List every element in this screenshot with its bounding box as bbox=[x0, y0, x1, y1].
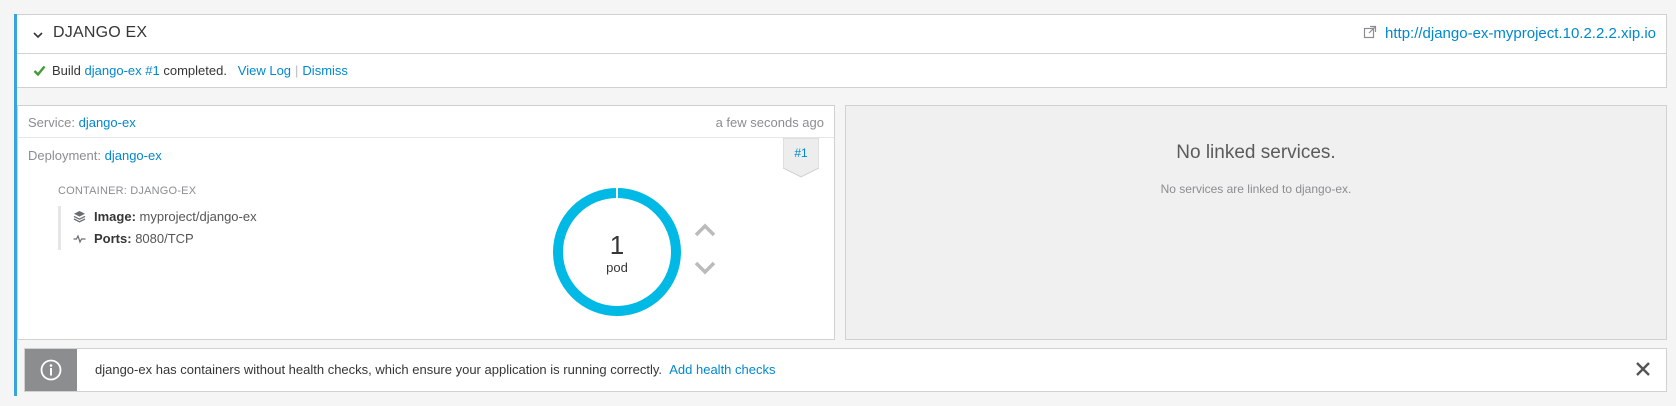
badge-text: #1 bbox=[794, 146, 808, 160]
dismiss-link[interactable]: Dismiss bbox=[302, 63, 348, 78]
health-check-alert: django-ex has containers without health … bbox=[24, 348, 1667, 392]
application-card: DJANGO EX http://django-ex-myproject.10.… bbox=[14, 14, 1667, 396]
app-header: DJANGO EX http://django-ex-myproject.10.… bbox=[17, 14, 1667, 54]
chevron-up-icon[interactable] bbox=[692, 220, 718, 240]
ports-line: Ports: 8080/TCP bbox=[73, 231, 194, 246]
pulse-icon bbox=[73, 234, 86, 244]
linked-services-subtitle: No services are linked to django-ex. bbox=[1160, 182, 1352, 196]
add-health-checks-link[interactable]: Add health checks bbox=[669, 362, 775, 377]
image-line: Image: myproject/django-ex bbox=[73, 209, 257, 224]
info-icon bbox=[40, 359, 62, 381]
deployment-panel: Service: django-ex a few seconds ago Dep… bbox=[17, 105, 835, 340]
build-notification: Build django-ex #1 completed. View Log | D… bbox=[17, 54, 1667, 88]
ports-label: Ports: bbox=[94, 231, 132, 246]
chevron-down-icon[interactable] bbox=[31, 28, 45, 42]
close-icon[interactable] bbox=[1634, 360, 1652, 378]
app-name: DJANGO EX bbox=[53, 24, 148, 41]
service-label: Service: bbox=[28, 115, 75, 130]
alert-icon-box bbox=[25, 349, 77, 391]
check-icon bbox=[33, 65, 46, 77]
deployment-name-link[interactable]: django-ex bbox=[105, 148, 162, 163]
link-separator: | bbox=[295, 63, 299, 78]
container-title: CONTAINER: DJANGO-EX bbox=[58, 185, 197, 197]
build-name-link[interactable]: django-ex #1 bbox=[85, 63, 160, 78]
ports-value: 8080/TCP bbox=[135, 231, 194, 246]
container-details: Image: myproject/django-ex Ports: 8080/T… bbox=[58, 206, 278, 250]
build-status-text: completed. bbox=[163, 63, 227, 78]
view-log-link[interactable]: View Log bbox=[238, 63, 291, 78]
service-row: Service: django-ex a few seconds ago bbox=[18, 106, 834, 138]
service-name-link[interactable]: django-ex bbox=[79, 115, 136, 130]
pod-count: 1 bbox=[609, 230, 625, 260]
linked-services-title: No linked services. bbox=[1176, 142, 1336, 163]
alert-message: django-ex has containers without health … bbox=[95, 362, 663, 377]
route-url-link[interactable]: http://django-ex-myproject.10.2.2.2.xip.… bbox=[1385, 25, 1656, 42]
deployment-version-badge[interactable]: #1 bbox=[783, 138, 819, 178]
deployment-label: Deployment: bbox=[28, 148, 101, 163]
image-value: myproject/django-ex bbox=[139, 209, 257, 224]
layers-icon bbox=[73, 211, 86, 223]
deployment-row: Deployment: django-ex bbox=[28, 148, 162, 163]
service-timestamp: a few seconds ago bbox=[715, 115, 824, 130]
chevron-down-icon[interactable] bbox=[692, 258, 718, 278]
pod-label: pod bbox=[606, 260, 628, 275]
build-prefix: Build bbox=[52, 63, 81, 78]
linked-services-panel: No linked services. No services are link… bbox=[845, 105, 1667, 340]
route-link-group: http://django-ex-myproject.10.2.2.2.xip.… bbox=[1363, 25, 1656, 42]
external-link-icon bbox=[1363, 25, 1377, 39]
image-label: Image: bbox=[94, 209, 136, 224]
